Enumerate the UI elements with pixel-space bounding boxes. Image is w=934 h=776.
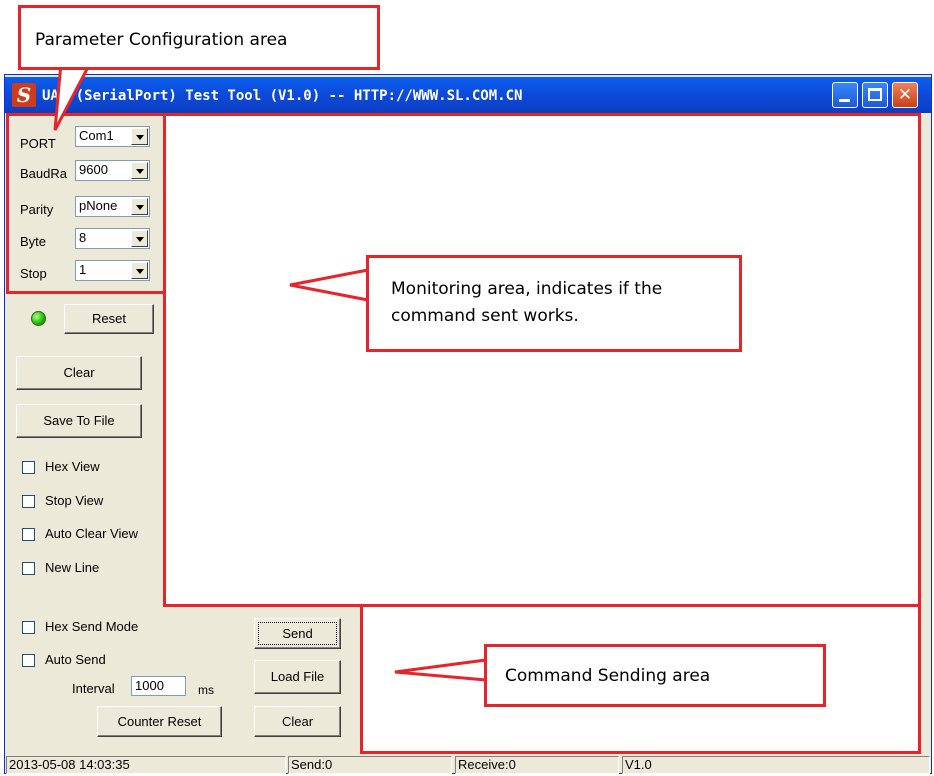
- param-config-callout: Parameter Configuration area: [18, 5, 380, 70]
- command-sending-callout: Command Sending area: [484, 644, 826, 707]
- monitoring-pointer: [289, 268, 370, 302]
- command-sending-pointer: [394, 658, 488, 682]
- monitoring-callout: Monitoring area, indicates if the comman…: [366, 255, 742, 352]
